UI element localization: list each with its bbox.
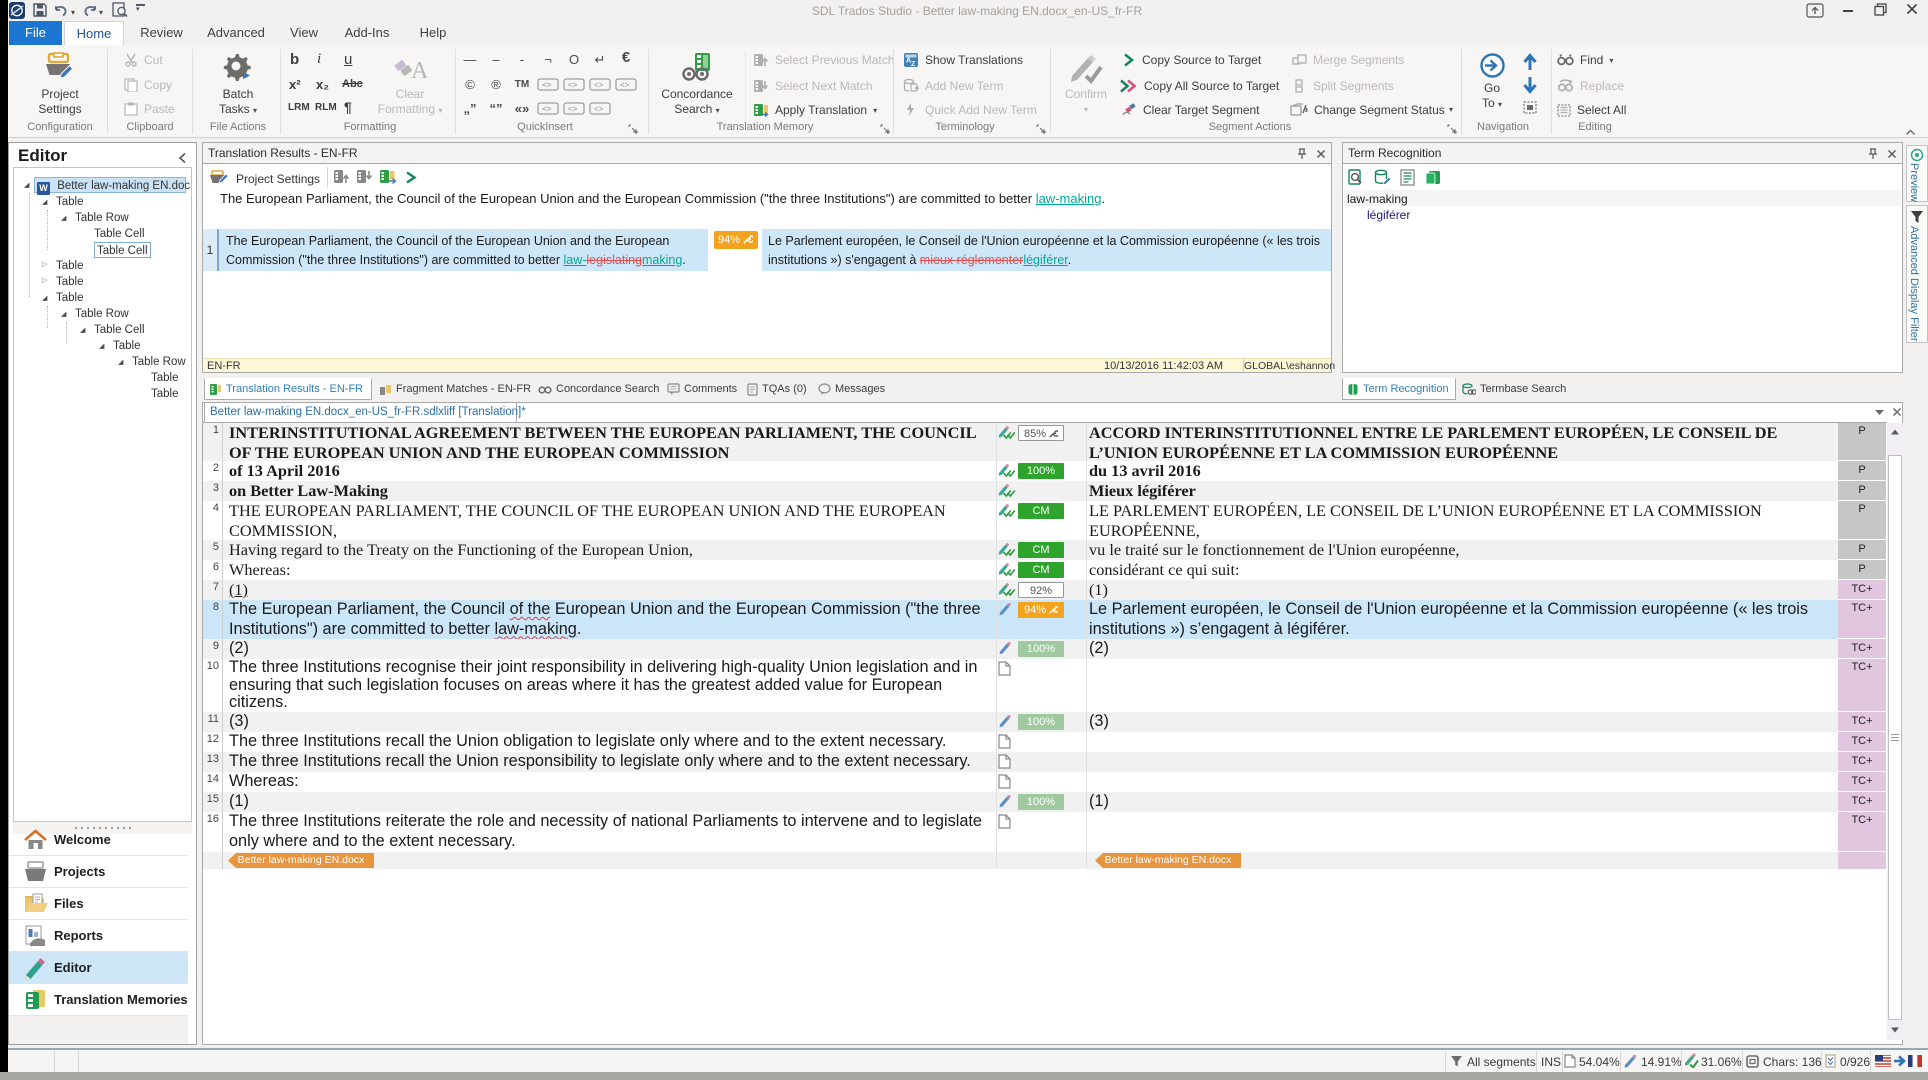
svg-text:<>: <> bbox=[568, 105, 578, 114]
svg-text:<>: <> bbox=[594, 81, 604, 90]
svg-text:<>: <> bbox=[568, 81, 578, 90]
svg-text:<>: <> bbox=[620, 81, 630, 90]
svg-text:<>: <> bbox=[542, 81, 552, 90]
svg-text:<>: <> bbox=[594, 105, 604, 114]
svg-text:A: A bbox=[411, 58, 427, 84]
svg-text:<>: <> bbox=[542, 105, 552, 114]
svg-text:Z: Z bbox=[911, 61, 916, 68]
